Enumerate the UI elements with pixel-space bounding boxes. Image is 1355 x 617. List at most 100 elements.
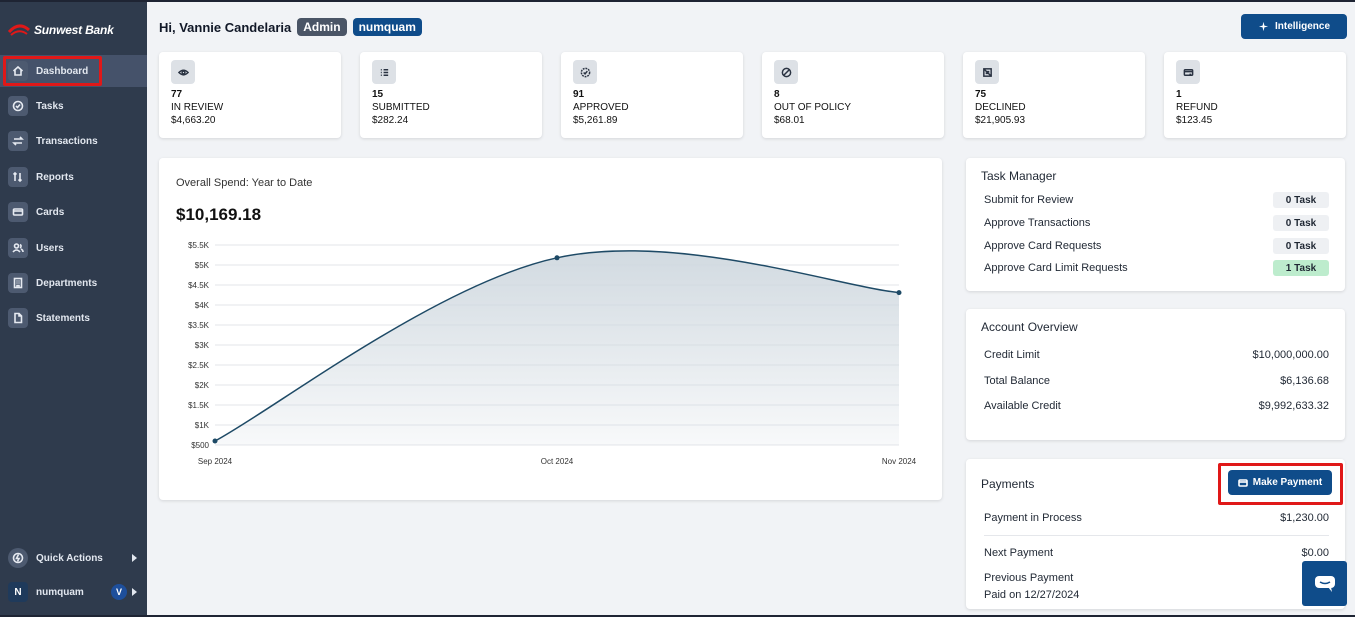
x-tick-label: Oct 2024 <box>541 457 574 466</box>
sidebar-item-reports[interactable]: Reports <box>0 161 147 193</box>
stat-amount: $123.45 <box>1176 115 1213 126</box>
y-tick-label: $500 <box>191 441 209 450</box>
eye-icon <box>171 60 195 84</box>
users-icon <box>8 238 28 258</box>
role-badge: Admin <box>297 18 347 36</box>
account-overview-panel: Account Overview Credit Limit $10,000,00… <box>966 309 1345 440</box>
panel-title: Task Manager <box>981 169 1057 183</box>
total-balance-label: Total Balance <box>984 375 1051 387</box>
stat-amount: $21,905.93 <box>975 115 1026 126</box>
y-tick-label: $3.5K <box>188 321 210 330</box>
task-label[interactable]: Approve Transactions <box>984 217 1090 229</box>
sidebar-item-cards[interactable]: Cards <box>0 196 147 228</box>
divider <box>984 535 1329 536</box>
credit-limit-value: $10,000,000.00 <box>1252 349 1329 361</box>
spend-chart-card: Overall Spend: Year to Date $10,169.18 $… <box>159 158 942 500</box>
stat-label: IN REVIEW <box>171 102 224 113</box>
chevron-right-icon <box>132 554 137 562</box>
stat-card-approved[interactable]: 91 APPROVED $5,261.89 <box>561 52 743 138</box>
y-tick-label: $4K <box>195 301 210 310</box>
available-credit-label: Available Credit <box>984 400 1061 412</box>
sidebar-item-label: Tasks <box>36 100 64 112</box>
stat-amount: $282.24 <box>372 115 409 126</box>
data-point <box>212 438 218 444</box>
task-count[interactable]: 1 Task <box>1273 260 1329 276</box>
sidebar-item-departments[interactable]: Departments <box>0 267 147 299</box>
y-tick-label: $1K <box>195 421 210 430</box>
available-credit-value: $9,992,633.32 <box>1258 400 1329 412</box>
stat-label: REFUND <box>1176 102 1218 113</box>
sidebar-item-label: Departments <box>36 277 98 289</box>
quick-actions[interactable]: Quick Actions <box>0 542 147 574</box>
stat-card-submitted[interactable]: 15 SUBMITTED $282.24 <box>360 52 542 138</box>
reports-icon <box>8 167 28 187</box>
task-label[interactable]: Submit for Review <box>984 194 1073 206</box>
sidebar-item-users[interactable]: Users <box>0 232 147 264</box>
intelligence-label: Intelligence <box>1274 21 1330 32</box>
arrows-icon <box>8 131 28 151</box>
y-tick-label: $5.5K <box>188 241 210 250</box>
payment-in-process-label: Payment in Process <box>984 512 1082 524</box>
panel-title: Payments <box>981 477 1035 491</box>
user-badge: V <box>111 584 127 600</box>
sidebar-item-transactions[interactable]: Transactions <box>0 125 147 157</box>
y-tick-label: $4.5K <box>188 281 210 290</box>
refund-icon <box>1176 60 1200 84</box>
approved-icon <box>573 60 597 84</box>
task-count[interactable]: 0 Task <box>1273 238 1329 254</box>
stat-count: 8 <box>774 89 780 100</box>
avatar: N <box>8 582 28 602</box>
stat-label: DECLINED <box>975 102 1026 113</box>
intelligence-button[interactable]: Intelligence <box>1241 14 1347 39</box>
x-tick-label: Sep 2024 <box>198 457 233 466</box>
quick-actions-icon <box>8 548 28 568</box>
y-tick-label: $1.5K <box>188 401 210 410</box>
y-tick-label: $2.5K <box>188 361 210 370</box>
sidebar-item-label: Transactions <box>36 135 98 147</box>
list-icon <box>372 60 396 84</box>
stat-card-in-review[interactable]: 77 IN REVIEW $4,663.20 <box>159 52 341 138</box>
data-point <box>896 290 902 296</box>
sidebar-item-label: Cards <box>36 206 65 218</box>
ban-icon <box>774 60 798 84</box>
check-circle-icon <box>8 96 28 116</box>
building-icon <box>8 273 28 293</box>
task-label[interactable]: Approve Card Requests <box>984 240 1101 252</box>
stat-amount: $4,663.20 <box>171 115 216 126</box>
stat-card-out-of-policy[interactable]: 8 OUT OF POLICY $68.01 <box>762 52 944 138</box>
spend-chart: $500 $1K $1.5K $2K $2.5K $3K $3.5K $4K $4.5K $5K $… <box>188 241 917 466</box>
sidebar-item-statements[interactable]: Statements <box>0 302 147 334</box>
y-tick-label: $3K <box>195 341 210 350</box>
stat-count: 77 <box>171 89 183 100</box>
stat-label: APPROVED <box>573 102 629 113</box>
highlight-dashboard <box>3 56 102 86</box>
credit-limit-label: Credit Limit <box>984 349 1040 361</box>
stat-amount: $5,261.89 <box>573 115 618 126</box>
task-label[interactable]: Approve Card Limit Requests <box>984 262 1128 274</box>
brand-logo[interactable]: Sunwest Bank <box>8 18 114 42</box>
sidebar: Sunwest Bank Dashboard Tasks Transaction… <box>0 2 147 615</box>
stat-card-declined[interactable]: 75 DECLINED $21,905.93 <box>963 52 1145 138</box>
quick-actions-label: Quick Actions <box>36 552 103 564</box>
stat-count: 75 <box>975 89 987 100</box>
sunwest-logo-icon <box>8 24 30 36</box>
stat-amount: $68.01 <box>774 115 805 126</box>
user-name: numquam <box>36 586 84 598</box>
next-payment-label: Next Payment <box>984 547 1054 559</box>
sidebar-item-tasks[interactable]: Tasks <box>0 90 147 122</box>
series-area <box>215 250 899 445</box>
y-tick-label: $2K <box>195 381 210 390</box>
total-balance-value: $6,136.68 <box>1280 375 1329 387</box>
highlight-make-payment <box>1218 463 1343 505</box>
sidebar-item-label: Reports <box>36 171 74 183</box>
next-payment-value: $0.00 <box>1301 547 1329 559</box>
chat-button[interactable] <box>1302 561 1347 606</box>
y-tick-label: $5K <box>195 261 210 270</box>
task-count[interactable]: 0 Task <box>1273 215 1329 231</box>
previous-payment-label: Previous Payment <box>984 572 1074 584</box>
chat-icon <box>1314 575 1335 592</box>
user-menu[interactable]: N numquam V <box>0 576 147 608</box>
x-tick-label: Nov 2024 <box>882 457 917 466</box>
task-count[interactable]: 0 Task <box>1273 192 1329 208</box>
stat-card-refund[interactable]: 1 REFUND $123.45 <box>1164 52 1346 138</box>
